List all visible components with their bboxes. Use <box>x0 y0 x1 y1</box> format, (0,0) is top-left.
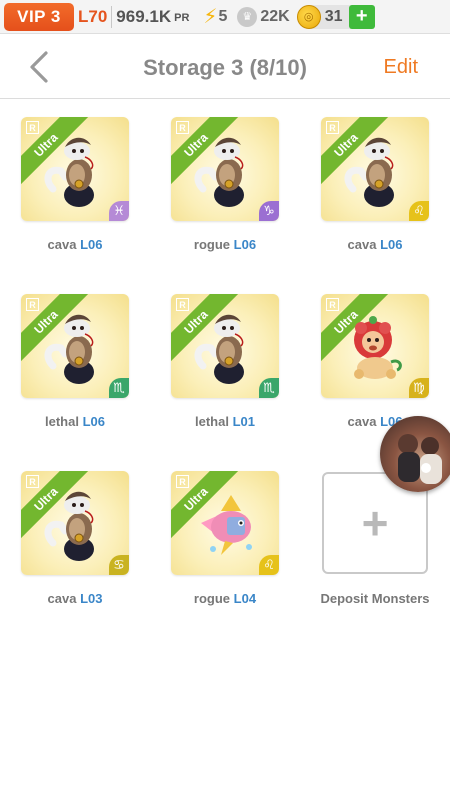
power-rating-value: 969.1K <box>116 6 172 26</box>
monster-label: rogue L06 <box>150 237 300 252</box>
monster-card[interactable]: Ultra R ♍ <box>321 294 429 398</box>
monster-slot[interactable]: Ultra R ♏ lethal L01 <box>150 294 300 454</box>
monster-portrait-icon <box>191 485 261 567</box>
nav-header: Storage 3 (8/10) Edit <box>0 35 450 99</box>
rank-badge: R <box>326 298 339 311</box>
deposit-label: Deposit Monsters <box>320 591 430 606</box>
monster-label: rogue L04 <box>150 591 300 606</box>
monster-portrait-icon <box>41 308 111 390</box>
monster-name: rogue <box>193 237 231 252</box>
monster-name: cava <box>47 591 77 606</box>
monster-level: L04 <box>233 591 257 606</box>
zodiac-icon: ♌ <box>409 201 429 221</box>
monster-level: L01 <box>232 414 255 429</box>
monster-level: L06 <box>380 237 403 252</box>
monster-name: cava <box>347 237 377 252</box>
coin-counter: ◎ 31 + <box>296 4 375 29</box>
monster-name: lethal <box>45 414 79 429</box>
monster-name: cava <box>47 237 77 252</box>
zodiac-icon: ♍ <box>409 378 429 398</box>
monster-label: cava L06 <box>0 237 150 252</box>
add-coins-button[interactable]: + <box>348 4 375 29</box>
monster-level: L06 <box>80 237 103 252</box>
crown-value: 22K <box>260 7 290 25</box>
storage-screen: VIP 3 L70 969.1K PR ⚡ 5 ♛ 22K ◎ 31 + Sto… <box>0 0 450 800</box>
monster-slot[interactable]: Ultra R ♌ rogue L04 <box>150 471 300 631</box>
rank-badge: R <box>176 121 189 134</box>
monster-level: L06 <box>233 237 257 252</box>
monster-card[interactable]: Ultra R ♌ <box>171 471 279 575</box>
monster-portrait-icon <box>341 308 411 390</box>
zodiac-icon: ♏ <box>109 378 129 398</box>
monster-card[interactable]: Ultra R ♑ <box>171 117 279 221</box>
monster-portrait-icon <box>41 131 111 213</box>
divider <box>111 5 113 28</box>
rank-badge: R <box>26 121 39 134</box>
monster-card[interactable]: Ultra R ♋ <box>21 471 129 575</box>
zodiac-icon: ♑ <box>259 201 279 221</box>
zodiac-icon: ♋ <box>109 555 129 575</box>
monster-slot[interactable]: Ultra R ♌ cava L06 <box>300 117 450 277</box>
monster-slot[interactable]: Ultra R ♓ cava L06 <box>0 117 150 277</box>
monster-name: rogue <box>193 591 231 606</box>
coin-icon: ◎ <box>296 4 321 29</box>
rank-badge: R <box>326 121 339 134</box>
monster-slot[interactable]: Ultra R ♋ cava L03 <box>0 471 150 631</box>
monster-slot[interactable]: Ultra R ♏ lethal L06 <box>0 294 150 454</box>
zodiac-icon: ♓ <box>109 201 129 221</box>
monster-card[interactable]: Ultra R ♓ <box>21 117 129 221</box>
page-title: Storage 3 (8/10) <box>143 55 307 80</box>
zodiac-icon: ♏ <box>259 378 279 398</box>
status-bar: VIP 3 L70 969.1K PR ⚡ 5 ♛ 22K ◎ 31 + <box>0 0 450 34</box>
monster-label: lethal L06 <box>0 414 150 429</box>
rank-badge: R <box>176 475 189 488</box>
monster-portrait-icon <box>341 131 411 213</box>
rank-badge: R <box>26 298 39 311</box>
monster-portrait-icon <box>41 485 111 567</box>
monster-card[interactable]: Ultra R ♌ <box>321 117 429 221</box>
monster-level: L03 <box>80 591 103 606</box>
monster-portrait-icon <box>191 308 261 390</box>
deposit-monsters-slot[interactable]: + Deposit Monsters <box>300 471 450 631</box>
rank-badge: R <box>26 475 39 488</box>
energy-value: 5 <box>218 7 228 25</box>
crown-icon: ♛ <box>237 6 258 27</box>
player-level: L70 <box>78 6 108 26</box>
monster-label: cava L06 <box>300 237 450 252</box>
zodiac-icon: ♌ <box>259 555 279 575</box>
monster-card[interactable]: Ultra R ♏ <box>171 294 279 398</box>
monster-portrait-icon <box>191 131 261 213</box>
monster-label: lethal L01 <box>150 414 300 429</box>
coin-value: 31 <box>324 7 343 25</box>
monster-slot[interactable]: Ultra R ♑ rogue L06 <box>150 117 300 277</box>
monster-level: L06 <box>82 414 105 429</box>
rank-badge: R <box>176 298 189 311</box>
monster-name: lethal <box>195 414 229 429</box>
vip-badge[interactable]: VIP 3 <box>4 2 74 31</box>
monster-card[interactable]: Ultra R ♏ <box>21 294 129 398</box>
lightning-icon: ⚡ <box>203 6 218 28</box>
plus-icon: + <box>361 497 389 549</box>
monster-name: cava <box>347 414 377 429</box>
floating-avatar[interactable] <box>380 416 450 492</box>
edit-button[interactable]: Edit <box>384 56 418 79</box>
power-rating-label: PR <box>174 12 190 24</box>
avatar-photo-icon <box>398 434 442 484</box>
monster-label: cava L03 <box>0 591 150 606</box>
